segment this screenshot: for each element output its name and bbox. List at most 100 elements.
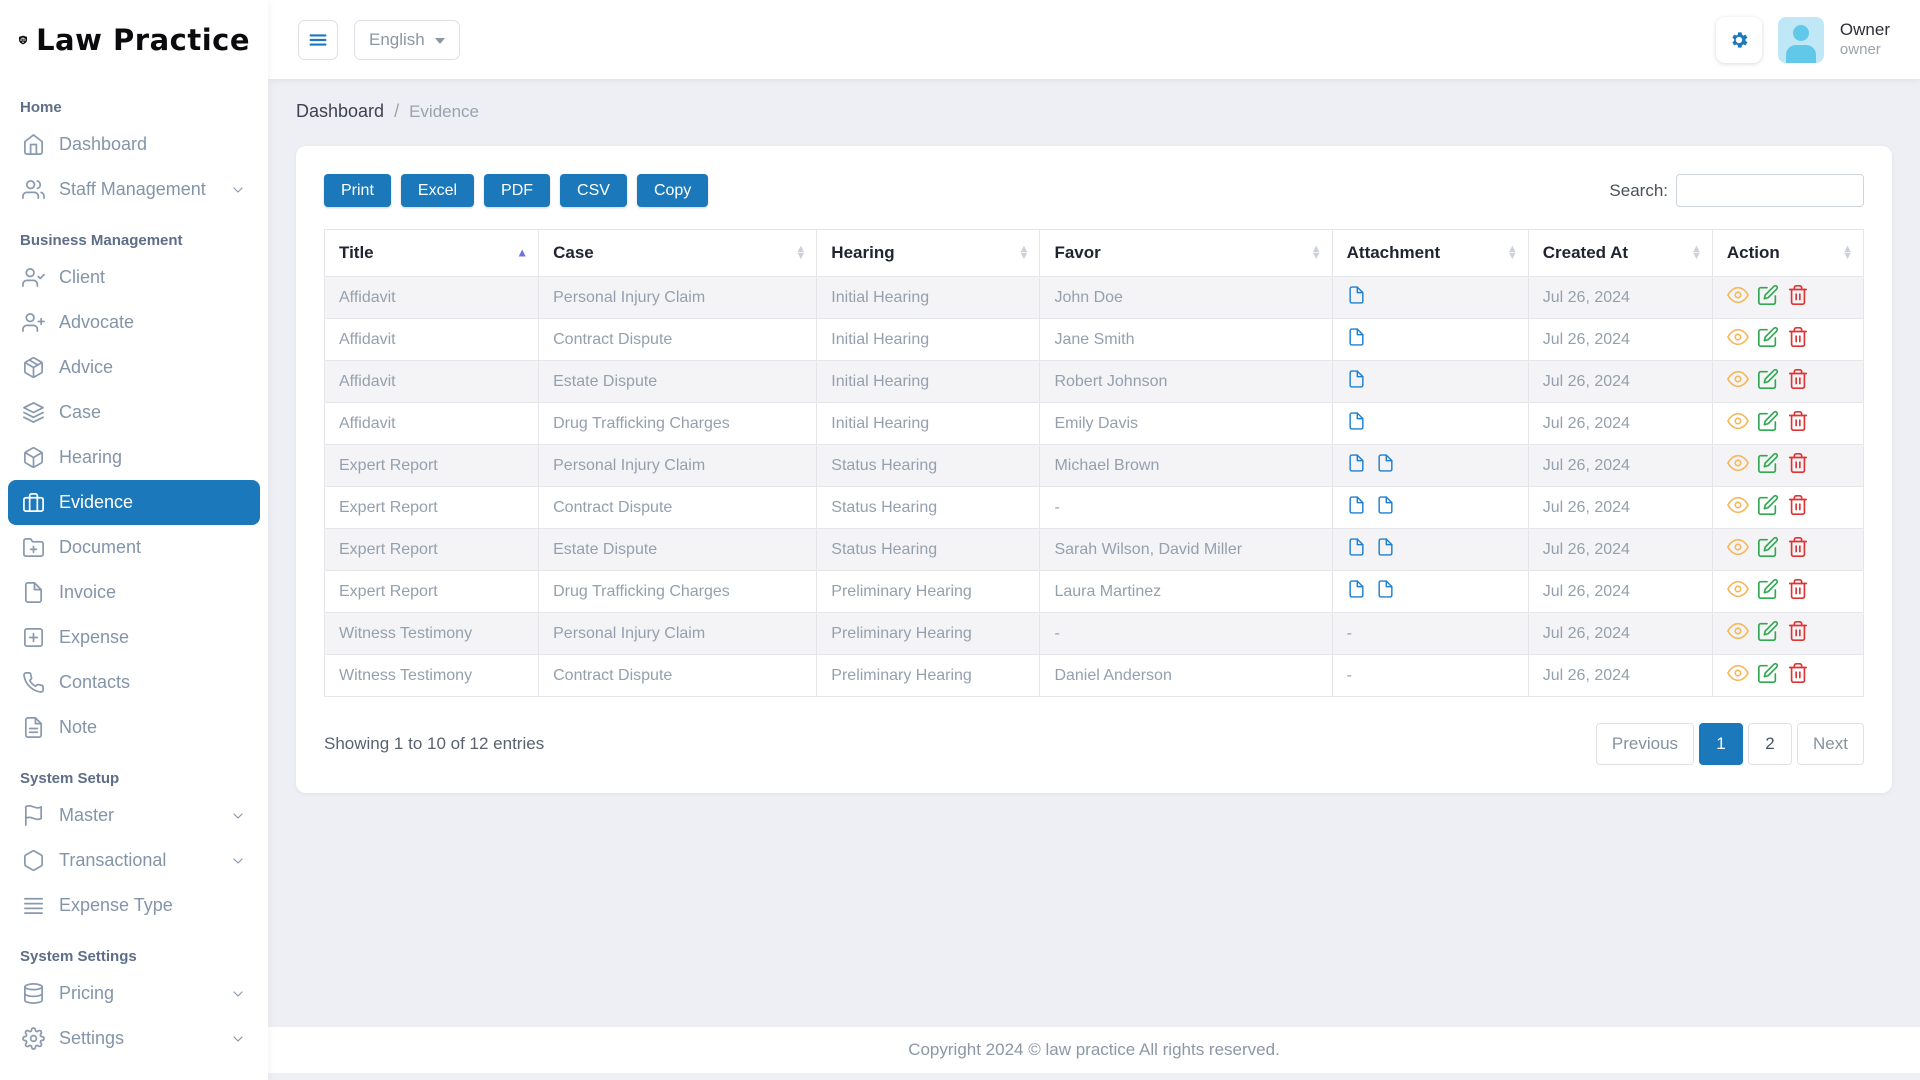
- sidebar-item-case[interactable]: Case: [8, 390, 260, 435]
- view-action-eye-icon[interactable]: [1727, 326, 1749, 348]
- sidebar-item-client[interactable]: Client: [8, 255, 260, 300]
- sidebar-item-document[interactable]: Document: [8, 525, 260, 570]
- user-avatar[interactable]: [1778, 17, 1824, 63]
- edit-action-icon[interactable]: [1757, 494, 1779, 516]
- pagination-page-2-button[interactable]: 2: [1748, 723, 1792, 765]
- attachment-file-icon[interactable]: [1347, 326, 1366, 348]
- delete-action-icon[interactable]: [1787, 284, 1809, 306]
- sidebar-item-invoice[interactable]: Invoice: [8, 570, 260, 615]
- pagination-previous-button[interactable]: Previous: [1596, 723, 1694, 765]
- view-action-eye-icon[interactable]: [1727, 410, 1749, 432]
- attachment-file-icon[interactable]: [1347, 410, 1366, 432]
- view-action-eye-icon[interactable]: [1727, 620, 1749, 642]
- briefcase-icon: [22, 491, 45, 514]
- copy-export-button[interactable]: Copy: [637, 174, 708, 207]
- attachment-file-icon[interactable]: [1376, 578, 1395, 600]
- cell-hearing: Status Hearing: [817, 529, 1040, 571]
- column-header-case[interactable]: Case▲▼: [539, 230, 817, 277]
- cell-attachment: [1332, 445, 1528, 487]
- edit-action-icon[interactable]: [1757, 326, 1779, 348]
- column-header-title[interactable]: Title▲: [325, 230, 539, 277]
- cell-action: [1712, 445, 1863, 487]
- cell-title: Affidavit: [325, 361, 539, 403]
- delete-action-icon[interactable]: [1787, 662, 1809, 684]
- breadcrumb-separator: /: [394, 101, 399, 122]
- view-action-eye-icon[interactable]: [1727, 284, 1749, 306]
- cell-case: Contract Dispute: [539, 319, 817, 361]
- delete-action-icon[interactable]: [1787, 410, 1809, 432]
- sidebar-item-master[interactable]: Master: [8, 793, 260, 838]
- attachment-file-icon[interactable]: [1376, 494, 1395, 516]
- edit-action-icon[interactable]: [1757, 578, 1779, 600]
- breadcrumb-dashboard-link[interactable]: Dashboard: [296, 101, 384, 122]
- column-header-created-at[interactable]: Created At▲▼: [1528, 230, 1712, 277]
- sidebar-item-pricing[interactable]: Pricing: [8, 971, 260, 1016]
- sidebar-item-transactional[interactable]: Transactional: [8, 838, 260, 883]
- column-header-attachment[interactable]: Attachment▲▼: [1332, 230, 1528, 277]
- sidebar-item-advice[interactable]: Advice: [8, 345, 260, 390]
- sidebar-item-advocate[interactable]: Advocate: [8, 300, 260, 345]
- edit-action-icon[interactable]: [1757, 452, 1779, 474]
- pdf-export-button[interactable]: PDF: [484, 174, 550, 207]
- edit-action-icon[interactable]: [1757, 662, 1779, 684]
- edit-action-icon[interactable]: [1757, 368, 1779, 390]
- view-action-eye-icon[interactable]: [1727, 578, 1749, 600]
- sidebar-item-expense-type[interactable]: Expense Type: [8, 883, 260, 928]
- csv-export-button[interactable]: CSV: [560, 174, 627, 207]
- menu-icon: [22, 894, 45, 917]
- delete-action-icon[interactable]: [1787, 536, 1809, 558]
- sidebar-item-dashboard[interactable]: Dashboard: [8, 122, 260, 167]
- pagination: Previous12Next: [1596, 723, 1864, 765]
- view-action-eye-icon[interactable]: [1727, 536, 1749, 558]
- search-input[interactable]: [1676, 174, 1864, 207]
- delete-action-icon[interactable]: [1787, 494, 1809, 516]
- attachment-file-icon[interactable]: [1347, 494, 1366, 516]
- delete-action-icon[interactable]: [1787, 368, 1809, 390]
- attachment-file-icon[interactable]: [1347, 578, 1366, 600]
- attachment-file-icon[interactable]: [1347, 452, 1366, 474]
- main-column: English Owner owner Dashboard / Evidence: [268, 0, 1920, 1080]
- view-action-eye-icon[interactable]: [1727, 452, 1749, 474]
- view-action-eye-icon[interactable]: [1727, 368, 1749, 390]
- pagination-page-1-button[interactable]: 1: [1699, 723, 1743, 765]
- print-export-button[interactable]: Print: [324, 174, 391, 207]
- edit-action-icon[interactable]: [1757, 620, 1779, 642]
- sidebar-item-note[interactable]: Note: [8, 705, 260, 750]
- column-header-action[interactable]: Action▲▼: [1712, 230, 1863, 277]
- sidebar-item-hearing[interactable]: Hearing: [8, 435, 260, 480]
- delete-action-icon[interactable]: [1787, 620, 1809, 642]
- attachment-file-icon[interactable]: [1347, 536, 1366, 558]
- delete-action-icon[interactable]: [1787, 578, 1809, 600]
- pagination-next-button[interactable]: Next: [1797, 723, 1864, 765]
- excel-export-button[interactable]: Excel: [401, 174, 474, 207]
- sidebar-item-contacts[interactable]: Contacts: [8, 660, 260, 705]
- brand-name: Law Practice: [36, 23, 250, 57]
- column-header-hearing[interactable]: Hearing▲▼: [817, 230, 1040, 277]
- settings-button[interactable]: [1716, 17, 1762, 63]
- gear-icon: [22, 1027, 45, 1050]
- cell-favor: Emily Davis: [1040, 403, 1332, 445]
- view-action-eye-icon[interactable]: [1727, 662, 1749, 684]
- table-row: AffidavitDrug Trafficking ChargesInitial…: [325, 403, 1864, 445]
- language-dropdown[interactable]: English: [354, 20, 460, 60]
- attachment-file-icon[interactable]: [1376, 536, 1395, 558]
- sidebar-item-evidence[interactable]: Evidence: [8, 480, 260, 525]
- delete-action-icon[interactable]: [1787, 452, 1809, 474]
- attachment-file-icon[interactable]: [1347, 368, 1366, 390]
- view-action-eye-icon[interactable]: [1727, 494, 1749, 516]
- cell-favor: Robert Johnson: [1040, 361, 1332, 403]
- entries-info: Showing 1 to 10 of 12 entries: [324, 734, 544, 754]
- edit-action-icon[interactable]: [1757, 410, 1779, 432]
- sidebar-item-staff-management[interactable]: Staff Management: [8, 167, 260, 212]
- edit-action-icon[interactable]: [1757, 284, 1779, 306]
- delete-action-icon[interactable]: [1787, 326, 1809, 348]
- edit-action-icon[interactable]: [1757, 536, 1779, 558]
- sidebar-item-settings[interactable]: Settings: [8, 1016, 260, 1061]
- sidebar-toggle-button[interactable]: [298, 20, 338, 60]
- attachment-file-icon[interactable]: [1376, 452, 1395, 474]
- column-header-favor[interactable]: Favor▲▼: [1040, 230, 1332, 277]
- sidebar-item-label: Dashboard: [59, 134, 246, 155]
- cell-title: Expert Report: [325, 529, 539, 571]
- attachment-file-icon[interactable]: [1347, 284, 1366, 306]
- sidebar-item-expense[interactable]: Expense: [8, 615, 260, 660]
